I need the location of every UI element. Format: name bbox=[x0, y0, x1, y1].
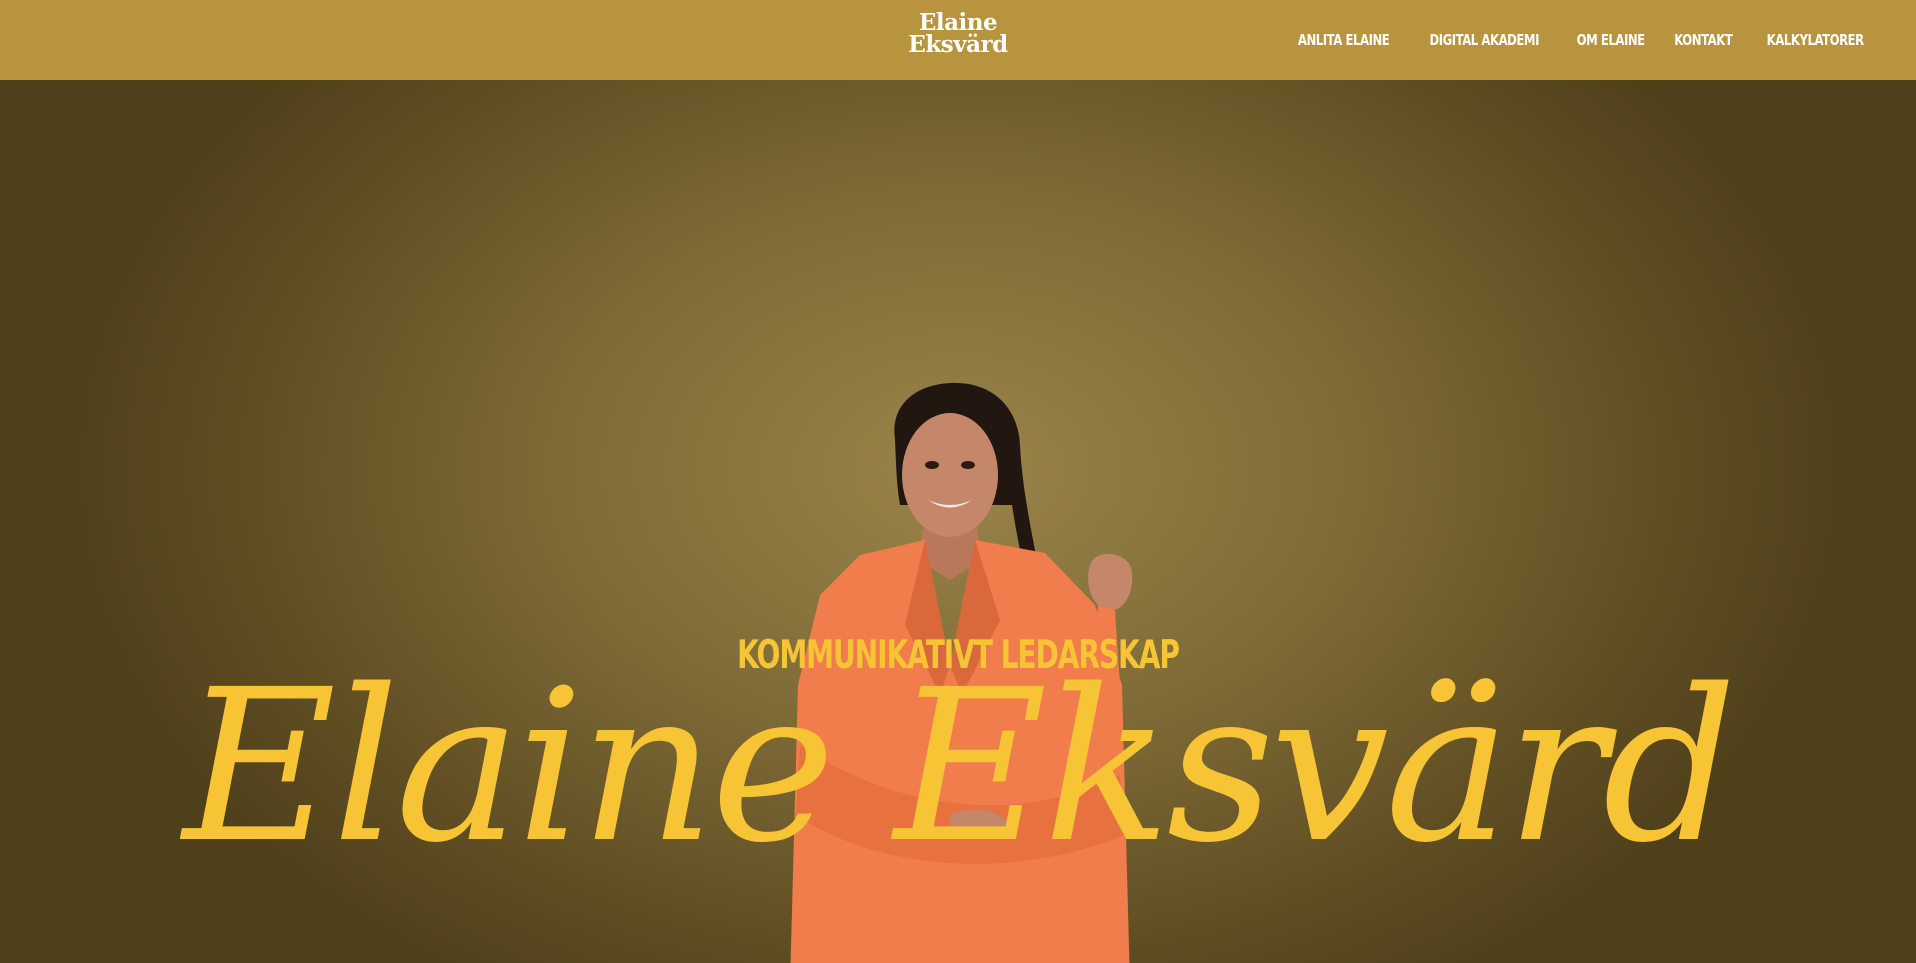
site-header: Elaine Eksvärd ANLITA ELAINE DIGITAL AKA… bbox=[0, 0, 1916, 80]
main-nav: ANLITA ELAINE DIGITAL AKADEMI OM ELAINE … bbox=[1297, 0, 1865, 80]
nav-om-elaine[interactable]: OM ELAINE bbox=[1576, 31, 1645, 49]
site-logo[interactable]: Elaine Eksvärd bbox=[908, 11, 1008, 58]
hero-script-name: Elaine Eksvärd bbox=[182, 644, 1737, 889]
nav-kalkylatorer[interactable]: KALKYLATORER bbox=[1766, 31, 1864, 49]
nav-digital-akademi[interactable]: DIGITAL AKADEMI bbox=[1430, 31, 1540, 49]
nav-kontakt[interactable]: KONTAKT bbox=[1674, 31, 1733, 49]
logo-line-2: Eksvärd bbox=[908, 31, 1008, 58]
nav-anlita-elaine[interactable]: ANLITA ELAINE bbox=[1298, 31, 1390, 49]
